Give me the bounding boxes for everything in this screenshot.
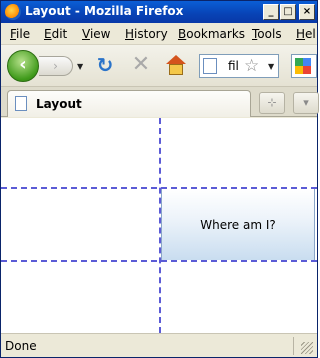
window-title: Layout - Mozilla Firefox	[25, 4, 184, 18]
resize-grip-icon[interactable]	[301, 342, 313, 354]
reload-icon[interactable]: ↻	[93, 54, 117, 78]
status-text: Done	[5, 339, 37, 353]
cell-text: Where am I?	[200, 218, 276, 232]
menu-history-label: istory	[134, 27, 168, 41]
menu-bar: File Edit View History Bookmarks Tools H…	[1, 23, 317, 45]
title-bar[interactable]: Layout - Mozilla Firefox _ □ ×	[1, 1, 317, 23]
browser-window: Layout - Mozilla Firefox _ □ × File Edit…	[0, 0, 319, 358]
status-divider	[293, 337, 294, 355]
page-icon	[203, 58, 217, 74]
home-roof	[166, 55, 186, 64]
menu-history[interactable]: History	[125, 27, 168, 41]
page-content: Where am I?	[1, 118, 317, 333]
navigation-toolbar: › ‹ ▼ ↻ ✕ fil ☆ ▼	[1, 45, 317, 87]
forward-button[interactable]: ›	[39, 56, 73, 76]
tab-strip: Layout ⊹ ▾	[1, 87, 319, 117]
url-text: fil	[228, 59, 239, 73]
menu-view-label: iew	[89, 27, 111, 41]
menu-help-label: el	[305, 27, 316, 41]
back-forward-group: › ‹ ▼	[7, 50, 85, 82]
menu-bookmarks-accel: B	[178, 27, 187, 41]
status-bar: Done	[1, 333, 317, 357]
home-icon[interactable]	[165, 55, 187, 77]
menu-view-accel: V	[82, 27, 90, 41]
stop-icon[interactable]: ✕	[129, 54, 153, 78]
menu-help[interactable]: Hel	[296, 27, 316, 41]
menu-bookmarks[interactable]: Bookmarks	[178, 27, 245, 41]
grid-horizontal-line-bottom	[1, 260, 317, 262]
menu-edit[interactable]: Edit	[44, 27, 67, 41]
bookmark-star-icon[interactable]: ☆	[244, 56, 259, 76]
back-button[interactable]: ‹	[7, 50, 39, 82]
menu-help-accel: H	[296, 27, 306, 41]
menu-tools-label: ools	[257, 27, 282, 41]
url-bar[interactable]: fil ☆ ▼	[199, 54, 279, 78]
where-am-i-cell: Where am I?	[161, 189, 315, 260]
search-engine-button[interactable]	[291, 54, 317, 78]
tab-layout[interactable]: Layout	[7, 90, 251, 117]
home-wall	[169, 64, 183, 75]
close-button[interactable]: ×	[299, 4, 315, 20]
tab-label: Layout	[36, 97, 82, 111]
menu-view[interactable]: View	[82, 27, 110, 41]
maximize-button[interactable]: □	[280, 4, 296, 20]
history-dropdown-icon[interactable]: ▼	[77, 62, 83, 71]
menu-bookmarks-label: ookmarks	[186, 27, 246, 41]
menu-file[interactable]: File	[10, 27, 30, 41]
url-dropdown-icon[interactable]: ▼	[268, 62, 274, 71]
tab-overflow-button[interactable]: ▾	[293, 92, 319, 114]
menu-file-label: ile	[16, 27, 31, 41]
list-all-tabs-button[interactable]: ⊹	[259, 92, 285, 114]
firefox-logo-icon	[5, 4, 21, 20]
tab-page-icon	[15, 96, 27, 111]
google-icon	[295, 58, 311, 74]
menu-history-accel: H	[125, 27, 135, 41]
menu-edit-accel: E	[44, 27, 52, 41]
menu-tools[interactable]: Tools	[252, 27, 282, 41]
minimize-button[interactable]: _	[263, 4, 279, 20]
menu-edit-label: dit	[51, 27, 68, 41]
